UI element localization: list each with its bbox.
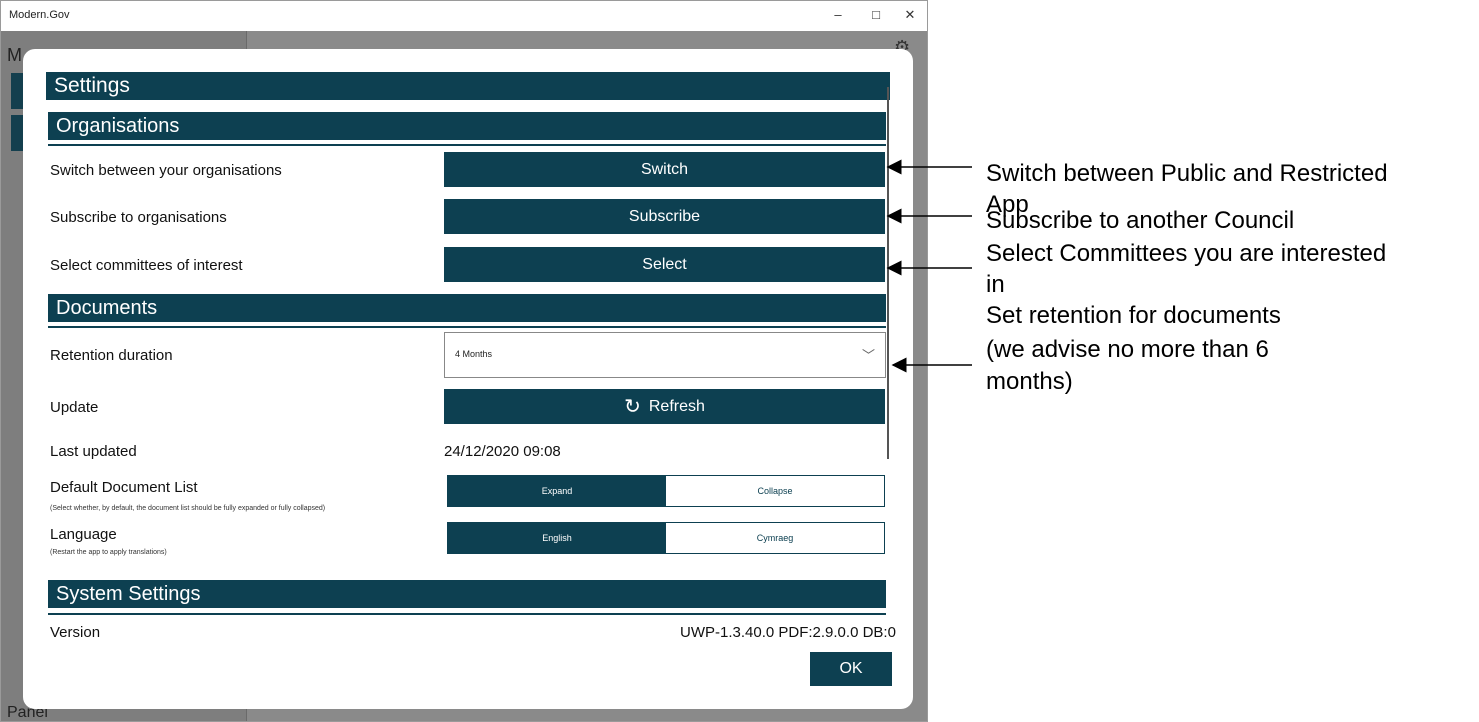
note-retention-2: (we advise no more than 6 (986, 336, 1269, 363)
note-retention-1: Set retention for documents (986, 302, 1281, 329)
note-subscribe: Subscribe to another Council (986, 207, 1295, 234)
note-select-1: Select Committees you are interested (986, 240, 1387, 267)
note-select-2: in (986, 271, 1005, 298)
note-retention-3: months) (986, 368, 1073, 395)
note-switch-1: Switch between Public and Restricted (986, 160, 1388, 187)
